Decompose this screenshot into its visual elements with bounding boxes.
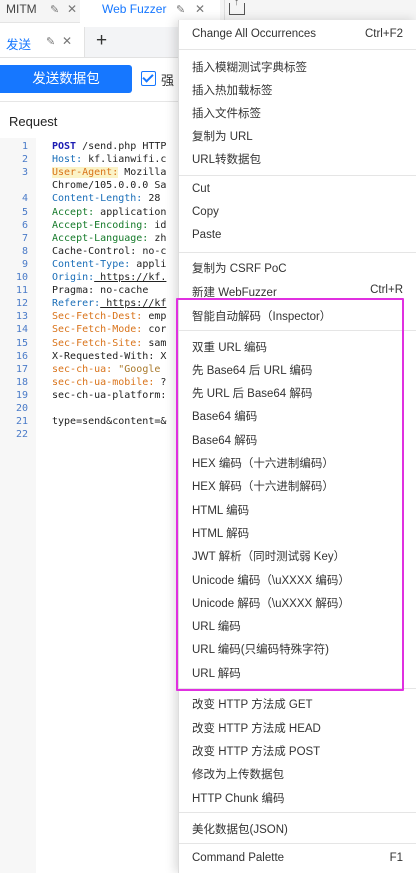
line-number: 19 [15,389,28,401]
menu-divider [179,252,416,253]
add-subtab-icon[interactable]: + [96,30,107,52]
code-text: Pragma: no-cache [52,285,149,297]
line-number: 6 [21,219,28,231]
subtab-send-label: 发送 [6,38,32,52]
code-text: Cache-Control: no-c [52,245,167,257]
line-number: 7 [21,232,28,244]
line-number: 18 [15,376,28,388]
menu-item-change-head[interactable]: 改变 HTTP 方法成 HEAD [192,720,321,736]
code-text: Accept: application [52,206,167,218]
edit-icon[interactable]: ✎ [46,35,55,48]
shortcut-command-palette: F1 [389,852,403,864]
menu-divider [179,843,416,844]
line-number: 21 [15,416,28,428]
close-icon[interactable]: ✕ [67,2,77,16]
shortcut-change-all: Ctrl+F2 [364,28,403,40]
line-number: 11 [15,285,28,297]
menu-item-change-get[interactable]: 改变 HTTP 方法成 GET [192,696,313,712]
menu-item-to-upload[interactable]: 修改为上传数据包 [192,766,284,782]
menu-divider [179,812,416,813]
menu-item-beautify-json[interactable]: 美化数据包(JSON) [192,821,288,837]
close-icon[interactable]: ✕ [62,34,72,48]
code-text: Host: kf.lianwifi.c [52,154,167,166]
tab-webfuzzer-label: Web Fuzzer [102,2,167,16]
subtab-send[interactable]: 发送 ✎ ✕ [0,27,85,57]
code-text: Chrome/105.0.0.0 Sa [52,180,167,192]
code-text: Content-Type: appli [52,258,167,270]
code-text: sec-ch-ua-mobile: ? [52,376,167,388]
menu-item-cut[interactable]: Cut [192,183,210,195]
close-icon[interactable]: ✕ [195,2,205,16]
menu-item-paste[interactable]: Paste [192,229,221,241]
menu-item-change-post[interactable]: 改变 HTTP 方法成 POST [192,743,320,759]
line-number: 22 [15,429,28,441]
tab-mitm[interactable]: MITM [6,0,37,23]
menu-item-insert-fuzz-dict[interactable]: 插入模糊测试字典标签 [192,59,307,75]
line-number: 3 [21,167,28,179]
checkbox-label: 强 [161,73,175,88]
line-number: 17 [15,363,28,375]
request-title: Request [9,114,58,129]
menu-item-insert-hot-payload[interactable]: 插入热加载标签 [192,82,273,98]
code-text: Sec-Fetch-Site: sam [52,337,167,349]
menu-divider [179,175,416,176]
line-number: 1 [21,141,28,152]
line-number: 13 [15,311,28,323]
line-number: 12 [15,298,28,310]
code-text: type=send&content=& [52,416,167,428]
add-tab-icon[interactable]: ↑ [229,0,245,15]
edit-icon[interactable]: ✎ [176,3,185,16]
code-text: Accept-Language: zh [52,232,167,244]
line-number: 9 [21,258,28,270]
send-packet-button[interactable]: 发送数据包 [0,65,132,93]
code-text: sec-ch-ua: "Google [52,363,161,375]
menu-item-chunk-encode[interactable]: HTTP Chunk 编码 [192,790,284,806]
code-text: POST /send.php HTTP [52,141,167,152]
menu-item-command-palette[interactable]: Command Palette [192,852,284,864]
menu-item-change-all[interactable]: Change All Occurrences [192,28,316,40]
code-text: Content-Length: 28 [52,193,161,205]
line-number: 5 [21,206,28,218]
line-number: 2 [21,154,28,166]
line-number: 10 [15,272,28,283]
menu-divider [179,49,416,50]
code-text: sec-ch-ua-platform: [52,389,167,401]
shortcut-new-webfuzzer: Ctrl+R [370,284,403,296]
tab-mitm-label: MITM [6,2,37,16]
code-text: Referer: https://kf [52,298,167,310]
code-text: X-Requested-With: X [52,350,167,362]
menu-item-copy-as-url[interactable]: 复制为 URL [192,128,253,144]
line-number: 20 [15,403,28,414]
line-number: 4 [21,193,28,205]
line-number: 15 [15,337,28,349]
code-text: User-Agent: Mozilla [52,167,167,179]
menu-item-insert-file-tag[interactable]: 插入文件标签 [192,105,261,121]
line-number: 8 [21,245,28,257]
highlight-box [176,298,404,691]
edit-icon[interactable]: ✎ [50,3,59,16]
line-number: 14 [15,324,28,336]
tab-divider [224,0,225,22]
checkbox[interactable] [141,71,156,86]
code-text: Sec-Fetch-Mode: cor [52,324,167,336]
menu-item-copy[interactable]: Copy [192,206,219,218]
code-text: Accept-Encoding: id [52,219,167,231]
line-number: 16 [15,350,28,362]
code-text: Sec-Fetch-Dest: emp [52,311,167,323]
menu-item-url-to-packet[interactable]: URL转数据包 [192,151,261,167]
code-text: Origin: https://kf. [52,272,167,283]
menu-item-copy-as-csrf[interactable]: 复制为 CSRF PoC [192,260,287,276]
